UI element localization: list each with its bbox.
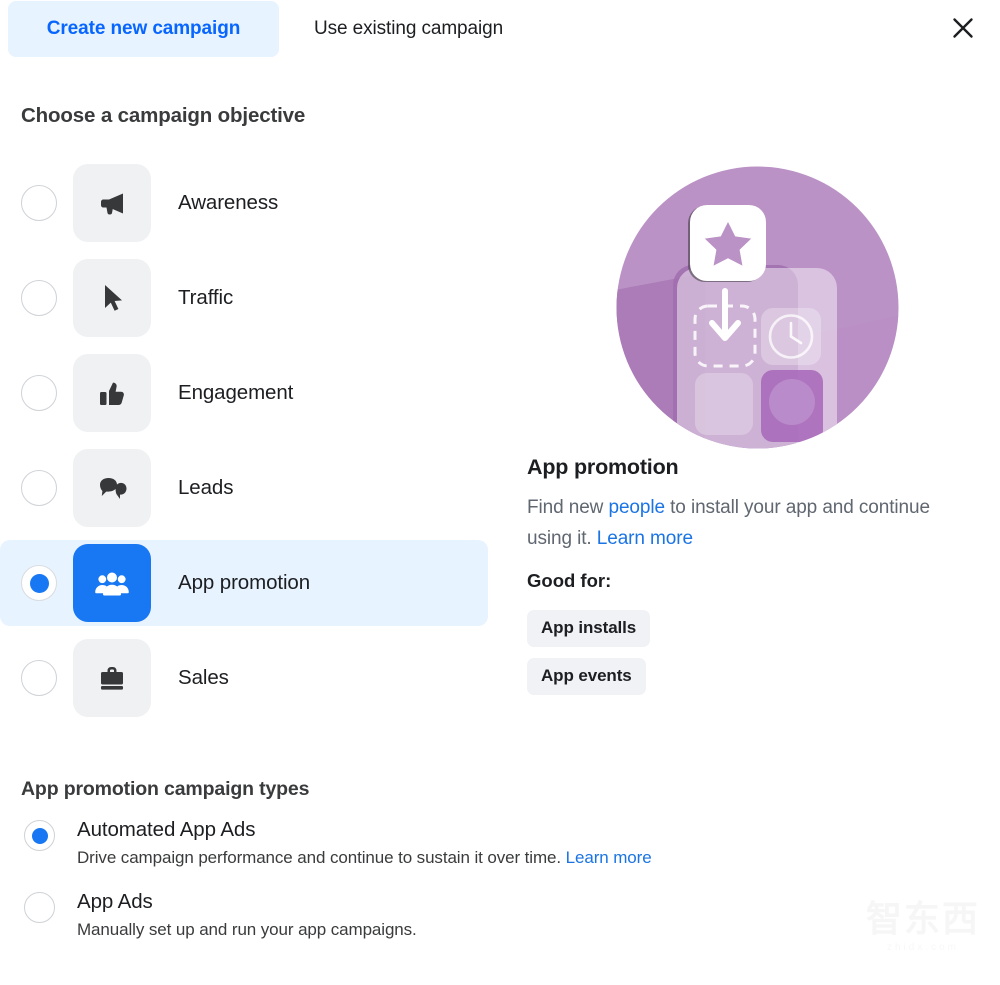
radio-awareness[interactable] (21, 185, 57, 221)
megaphone-icon (73, 164, 151, 242)
chip-app-events: App events (527, 658, 646, 695)
campaign-objective-dialog: Create new campaign Use existing campaig… (0, 0, 1000, 985)
radio-automated-app-ads[interactable] (24, 820, 55, 851)
close-icon (950, 15, 976, 41)
detail-desc-part1: Find new (527, 497, 609, 518)
radio-leads[interactable] (21, 470, 57, 506)
people-link[interactable]: people (608, 497, 665, 518)
objective-label-app-promotion: App promotion (178, 571, 311, 594)
close-button[interactable] (944, 9, 982, 47)
objective-option-awareness[interactable]: Awareness (0, 160, 500, 246)
thumbs-up-icon (73, 354, 151, 432)
objective-option-engagement[interactable]: Engagement (0, 350, 500, 436)
tab-create-new-campaign[interactable]: Create new campaign (8, 1, 279, 57)
detail-description: Find new people to install your app and … (527, 492, 952, 554)
campaign-type-automated-app-ads[interactable]: Automated App Ads Drive campaign perform… (0, 818, 900, 868)
chip-app-installs: App installs (527, 610, 651, 647)
objective-label-leads: Leads (178, 476, 234, 499)
campaign-type-desc-automated-app-ads: Drive campaign performance and continue … (77, 848, 652, 868)
radio-engagement[interactable] (21, 375, 57, 411)
radio-traffic[interactable] (21, 280, 57, 316)
objective-label-sales: Sales (178, 666, 229, 689)
tab-use-existing-campaign-label: Use existing campaign (314, 18, 504, 39)
campaign-types-heading: App promotion campaign types (21, 778, 310, 800)
detail-title: App promotion (527, 455, 679, 479)
campaign-type-app-ads[interactable]: App Ads Manually set up and run your app… (0, 890, 900, 940)
objective-label-traffic: Traffic (178, 286, 234, 309)
campaign-type-desc-app-ads: Manually set up and run your app campaig… (77, 920, 417, 939)
learn-more-link[interactable]: Learn more (597, 528, 693, 549)
good-for-label: Good for: (527, 570, 612, 591)
objective-label-awareness: Awareness (178, 191, 279, 214)
objective-radio-group: Awareness Traffic Engagement Leads App p… (0, 160, 500, 730)
objective-option-app-promotion[interactable]: App promotion (0, 540, 488, 626)
dialog-tabs: Create new campaign Use existing campaig… (0, 0, 1000, 58)
objective-option-leads[interactable]: Leads (0, 445, 500, 531)
automated-app-ads-learn-more-link[interactable]: Learn more (566, 848, 652, 867)
campaign-types-radio-group: Automated App Ads Drive campaign perform… (0, 818, 900, 962)
tab-use-existing-campaign[interactable]: Use existing campaign (296, 1, 568, 57)
objective-section-heading: Choose a campaign objective (21, 104, 306, 127)
chat-bubbles-icon (73, 449, 151, 527)
objective-option-traffic[interactable]: Traffic (0, 255, 500, 341)
good-for-chips: App installs App events (527, 610, 651, 706)
campaign-type-desc-text: Drive campaign performance and continue … (77, 848, 566, 867)
radio-app-ads[interactable] (24, 892, 55, 923)
objective-label-engagement: Engagement (178, 381, 294, 404)
campaign-type-title-automated-app-ads: Automated App Ads (77, 818, 256, 841)
campaign-type-title-app-ads: App Ads (77, 890, 153, 913)
cursor-icon (73, 259, 151, 337)
app-promotion-illustration (615, 165, 900, 450)
radio-sales[interactable] (21, 660, 57, 696)
people-group-icon (73, 544, 151, 622)
briefcase-icon (73, 639, 151, 717)
radio-app-promotion[interactable] (21, 565, 57, 601)
tab-create-new-campaign-label: Create new campaign (46, 18, 241, 39)
objective-option-sales[interactable]: Sales (0, 635, 500, 721)
